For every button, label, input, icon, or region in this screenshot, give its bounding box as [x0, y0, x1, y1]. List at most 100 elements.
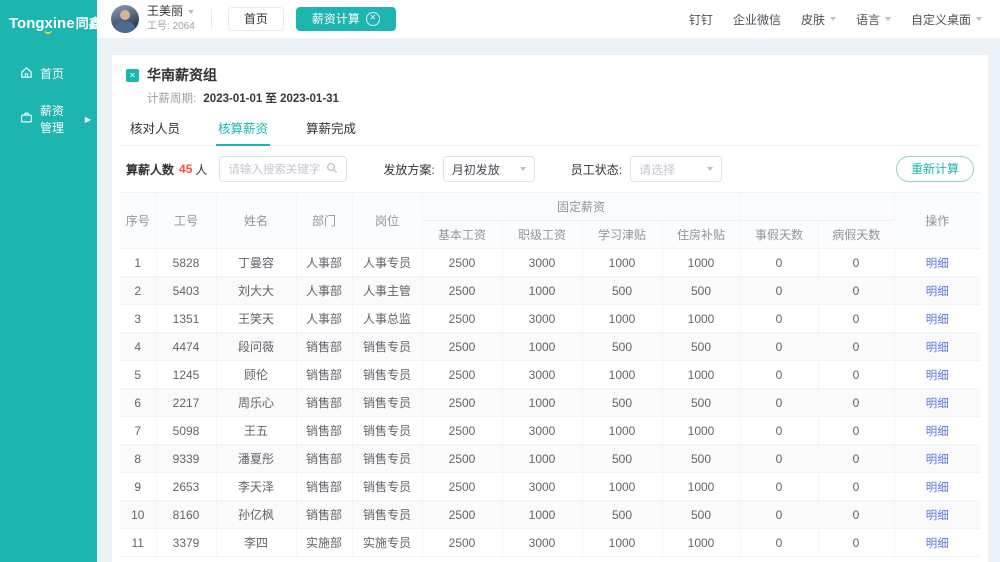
tab-payroll-calc-label: 薪资计算	[312, 8, 360, 30]
table-cell: 0	[740, 473, 818, 501]
table-cell: 6	[120, 389, 156, 417]
chevron-down-icon	[976, 17, 982, 21]
table-cell: 周乐心	[216, 389, 296, 417]
table-cell: 2	[120, 277, 156, 305]
sidebar-item-home[interactable]: 首页	[0, 55, 97, 92]
table-cell: 0	[740, 305, 818, 333]
nav-dingtalk[interactable]: 钉钉	[689, 11, 713, 28]
chevron-down-icon	[830, 17, 836, 21]
detail-link[interactable]: 明细	[926, 314, 949, 326]
table-cell: 0	[740, 333, 818, 361]
table-cell: 人事部	[296, 277, 352, 305]
recalculate-button[interactable]: 重新计算	[896, 156, 974, 182]
table-cell: 0	[740, 417, 818, 445]
table-cell: 1000	[582, 305, 662, 333]
status-label: 员工状态:	[571, 161, 622, 178]
search-input[interactable]: 请输入搜索关键字	[219, 156, 347, 182]
table-row: 113379李四实施部实施专员250030001000100000明细	[120, 529, 980, 557]
table-cell: 2653	[156, 473, 216, 501]
chevron-right-icon: ▶	[85, 115, 91, 124]
table-cell: 刘大大	[216, 277, 296, 305]
table-cell: 1351	[156, 305, 216, 333]
pay-period: 计薪周期: 2023-01-01 至 2023-01-31	[147, 90, 980, 106]
table-cell: 销售部	[296, 473, 352, 501]
tab-home[interactable]: 首页	[228, 7, 284, 31]
table-cell: 1	[120, 249, 156, 277]
detail-link[interactable]: 明细	[926, 426, 949, 438]
tab-calc-done[interactable]: 算薪完成	[304, 112, 358, 145]
table-cell: 2500	[422, 333, 502, 361]
table-cell: 人事部	[296, 305, 352, 333]
sidebar-item-payroll[interactable]: 薪资管理 ▶	[0, 92, 97, 146]
close-icon[interactable]: ✕	[366, 12, 380, 26]
brand-logo-cn: 同鑫	[76, 16, 102, 31]
plan-select[interactable]: 月初发放	[443, 156, 535, 182]
nav-wecom[interactable]: 企业微信	[733, 11, 781, 28]
table-cell: 5098	[156, 417, 216, 445]
nav-language[interactable]: 语言	[856, 11, 891, 28]
table-cell: 销售专员	[352, 445, 422, 473]
table-cell: 2500	[422, 473, 502, 501]
col-grade-salary: 职级工资	[502, 221, 582, 249]
tab-check-staff[interactable]: 核对人员	[128, 112, 182, 145]
table-cell: 2500	[422, 277, 502, 305]
table-cell: 2500	[422, 361, 502, 389]
detail-link[interactable]: 明细	[926, 454, 949, 466]
topbar: 王美丽 工号: 2064 首页 薪资计算 ✕ 钉钉 企业微信 皮肤 语言 自定义…	[97, 0, 1000, 38]
col-group-empty	[740, 193, 894, 221]
tab-payroll-calc[interactable]: 薪资计算 ✕	[296, 7, 396, 31]
table-row: 75098王五销售部销售专员250030001000100000明细	[120, 417, 980, 445]
col-base-salary: 基本工资	[422, 221, 502, 249]
table-cell: 销售部	[296, 417, 352, 445]
table-cell: 500	[662, 333, 740, 361]
table-cell: 丁曼容	[216, 249, 296, 277]
table-cell: 3000	[502, 417, 582, 445]
table-cell: 0	[740, 361, 818, 389]
detail-link[interactable]: 明细	[926, 482, 949, 494]
back-icon[interactable]: ✕	[126, 69, 139, 82]
table-cell: 2500	[422, 389, 502, 417]
main-card: ✕ 华南薪资组 计薪周期: 2023-01-01 至 2023-01-31 核对…	[112, 55, 988, 562]
table-cell: 9339	[156, 445, 216, 473]
detail-link[interactable]: 明细	[926, 342, 949, 354]
col-group-fixed-salary: 固定薪资	[422, 193, 740, 221]
table-cell: 1000	[662, 249, 740, 277]
detail-link[interactable]: 明细	[926, 258, 949, 270]
table-cell: 1000	[502, 277, 582, 305]
table-cell: 1000	[662, 529, 740, 557]
detail-link[interactable]: 明细	[926, 286, 949, 298]
nav-custom-desktop[interactable]: 自定义桌面	[911, 11, 982, 28]
table-cell: 11	[120, 529, 156, 557]
topnav: 钉钉 企业微信 皮肤 语言 自定义桌面	[689, 11, 982, 28]
table-cell: 0	[818, 277, 894, 305]
table-cell: 500	[662, 445, 740, 473]
table-cell: 4	[120, 333, 156, 361]
table-cell: 销售部	[296, 361, 352, 389]
table-row: 89339潘夏彤销售部销售专员2500100050050000明细	[120, 445, 980, 473]
search-icon	[326, 162, 338, 177]
avatar[interactable]	[111, 5, 139, 33]
table-body: 15828丁曼容人事部人事专员250030001000100000明细25403…	[120, 249, 980, 557]
detail-link[interactable]: 明细	[926, 510, 949, 522]
tab-calc-payroll[interactable]: 核算薪资	[216, 112, 270, 145]
table-cell: 2500	[422, 417, 502, 445]
table-cell: 人事专员	[352, 249, 422, 277]
detail-link[interactable]: 明细	[926, 538, 949, 550]
user-meta[interactable]: 王美丽 工号: 2064	[147, 5, 195, 32]
col-sick-leave-days: 病假天数	[818, 221, 894, 249]
table-row: 25403刘大大人事部人事主管2500100050050000明细	[120, 277, 980, 305]
nav-skin[interactable]: 皮肤	[801, 11, 836, 28]
table-cell: 1000	[662, 473, 740, 501]
action-cell: 明细	[894, 361, 980, 389]
status-select[interactable]: 请选择	[630, 156, 722, 182]
table-cell: 实施部	[296, 529, 352, 557]
table-cell: 1000	[662, 417, 740, 445]
table-cell: 0	[740, 389, 818, 417]
step-tabs: 核对人员 核算薪资 算薪完成	[120, 112, 980, 146]
detail-link[interactable]: 明细	[926, 370, 949, 382]
sidebar: Tongxine同鑫 首页 薪资管理	[0, 0, 97, 562]
table-cell: 7	[120, 417, 156, 445]
detail-link[interactable]: 明细	[926, 398, 949, 410]
title-row: ✕ 华南薪资组	[120, 55, 980, 85]
count-value: 45	[179, 162, 192, 176]
